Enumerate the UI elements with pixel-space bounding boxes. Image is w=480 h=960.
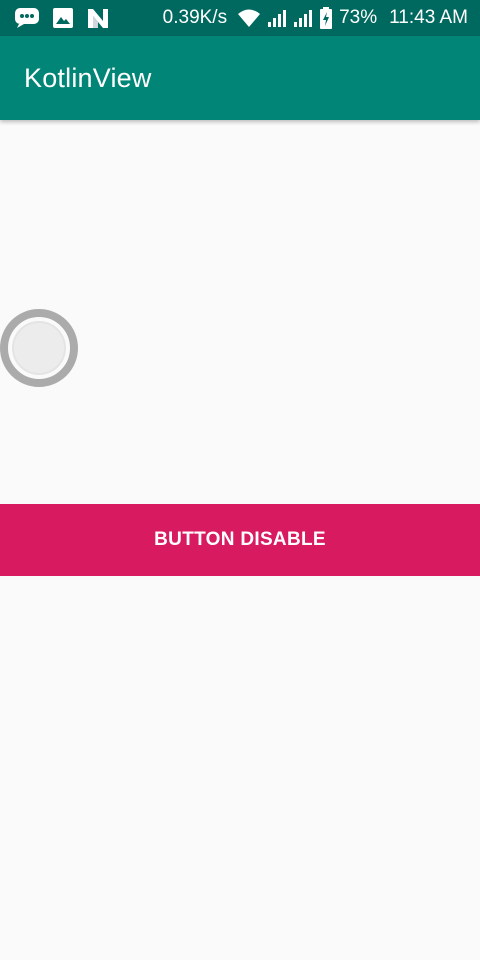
battery-charging-icon — [319, 7, 333, 29]
clock: 11:43 AM — [389, 7, 468, 28]
message-icon — [14, 7, 40, 29]
notification-icons — [14, 7, 110, 29]
n-notification-icon — [86, 7, 110, 29]
net-speed: 0.39K/s — [162, 7, 228, 28]
main-content: BUTTON DISABLE — [0, 120, 480, 960]
image-icon — [52, 7, 74, 29]
app-title: KotlinView — [24, 62, 152, 93]
toggle-switch-thumb[interactable] — [0, 309, 78, 387]
app-bar: KotlinView — [0, 36, 480, 120]
battery-percent: 73% — [339, 7, 378, 28]
system-status: 0.39K/s 73% 11:43 AM — [163, 7, 468, 29]
status-bar: 0.39K/s 73% 11:43 AM — [0, 0, 480, 36]
wifi-icon — [237, 8, 261, 28]
signal-icon-2 — [293, 8, 313, 28]
signal-icon — [267, 8, 287, 28]
button-disable[interactable]: BUTTON DISABLE — [0, 504, 480, 576]
